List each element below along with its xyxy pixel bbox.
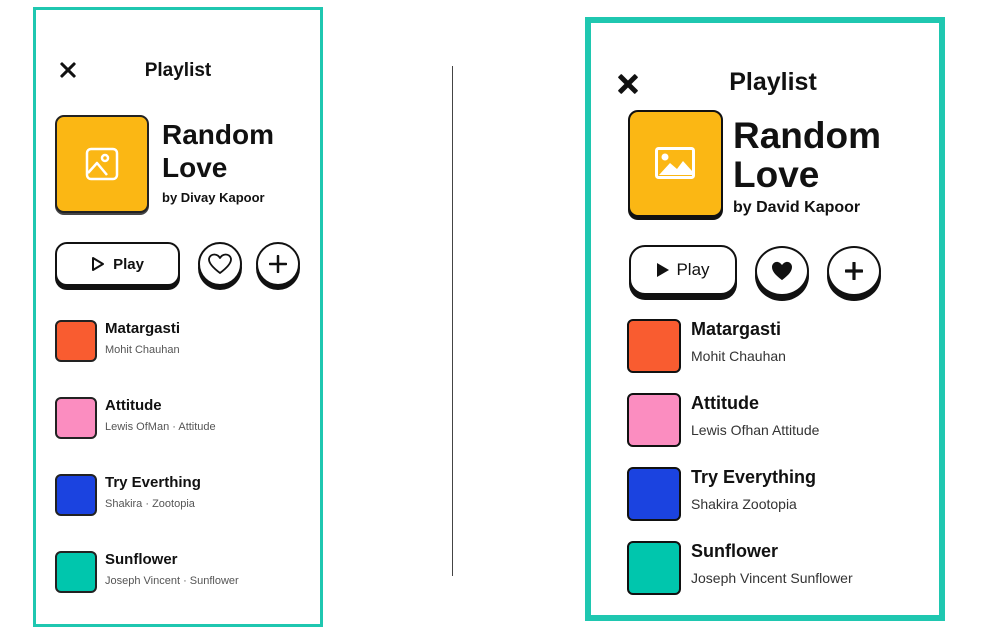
add-button[interactable] bbox=[827, 246, 881, 296]
song-title: Matargasti bbox=[691, 319, 782, 339]
song-meta: Mohit Chauhan bbox=[105, 344, 180, 356]
plus-icon bbox=[845, 262, 863, 280]
song-item[interactable]: Sunflower Joseph Vincent · Sunflower bbox=[55, 551, 305, 595]
playlist-author: by David Kapoor bbox=[733, 199, 861, 216]
song-meta: Shakira Zootopia bbox=[691, 496, 797, 512]
play-button[interactable]: Play bbox=[629, 245, 737, 295]
plus-icon bbox=[269, 255, 287, 273]
song-meta: Lewis Ofhan Attitude bbox=[691, 422, 820, 438]
image-icon bbox=[655, 147, 695, 179]
song-item[interactable]: Try Everthing Shakira · Zootopia bbox=[55, 474, 305, 518]
image-icon bbox=[85, 147, 119, 181]
song-item[interactable]: Matargasti Mohit Chauhan bbox=[627, 319, 917, 373]
song-artwork bbox=[55, 320, 97, 362]
heart-filled-icon bbox=[772, 261, 792, 281]
play-icon bbox=[657, 263, 670, 277]
like-button[interactable] bbox=[198, 242, 242, 286]
playlist-cover bbox=[628, 110, 723, 217]
playlist-title-line2: Love bbox=[733, 154, 820, 195]
song-item[interactable]: Matargasti Mohit Chauhan bbox=[55, 320, 305, 364]
song-artwork bbox=[627, 393, 681, 447]
playlist-title-line2: Love bbox=[162, 152, 228, 183]
like-button[interactable] bbox=[755, 246, 809, 296]
song-item[interactable]: Sunflower Joseph Vincent Sunflower bbox=[627, 541, 917, 595]
song-artwork bbox=[627, 467, 681, 521]
song-artwork bbox=[55, 397, 97, 439]
song-title: Sunflower bbox=[691, 541, 779, 561]
playlist-panel-right: Playlist Random Love by David Kapoor Pla… bbox=[585, 17, 945, 621]
song-title: Attitude bbox=[105, 397, 162, 414]
play-button-label: Play bbox=[113, 255, 144, 273]
song-item[interactable]: Try Everything Shakira Zootopia bbox=[627, 467, 917, 521]
song-artwork bbox=[627, 319, 681, 373]
song-artwork bbox=[55, 474, 97, 516]
song-title: Sunflower bbox=[105, 551, 178, 568]
song-item[interactable]: Attitude Lewis OfMan · Attitude bbox=[55, 397, 305, 441]
song-meta: Shakira · Zootopia bbox=[105, 498, 195, 510]
song-meta: Lewis OfMan · Attitude bbox=[105, 421, 216, 433]
song-meta: Joseph Vincent Sunflower bbox=[691, 570, 853, 586]
song-artwork bbox=[627, 541, 681, 595]
song-item[interactable]: Attitude Lewis Ofhan Attitude bbox=[627, 393, 917, 447]
song-title: Try Everything bbox=[691, 467, 817, 487]
song-meta: Mohit Chauhan bbox=[691, 348, 786, 364]
playlist-title-line1: Random bbox=[733, 115, 881, 156]
playlist-title: Random Love bbox=[733, 116, 881, 194]
playlist-title-line1: Random bbox=[162, 119, 274, 150]
play-button[interactable]: Play bbox=[55, 242, 180, 286]
playlist-panel-left: Playlist Random Love by Divay Kapoor Pla… bbox=[33, 7, 323, 627]
add-button[interactable] bbox=[256, 242, 300, 286]
play-button-label: Play bbox=[676, 260, 710, 279]
play-outline-icon bbox=[92, 257, 105, 271]
page-title: Playlist bbox=[729, 68, 817, 96]
song-artwork bbox=[55, 551, 97, 593]
playlist-cover bbox=[55, 115, 149, 213]
song-title: Attitude bbox=[691, 393, 759, 413]
song-title: Try Everthing bbox=[105, 474, 201, 491]
page-title: Playlist bbox=[144, 60, 212, 81]
song-meta: Joseph Vincent · Sunflower bbox=[105, 575, 239, 587]
playlist-author: by Divay Kapoor bbox=[162, 190, 265, 205]
divider bbox=[452, 66, 453, 576]
playlist-title: Random Love bbox=[162, 118, 274, 184]
heart-outline-icon bbox=[208, 253, 232, 274]
song-title: Matargasti bbox=[105, 320, 181, 337]
